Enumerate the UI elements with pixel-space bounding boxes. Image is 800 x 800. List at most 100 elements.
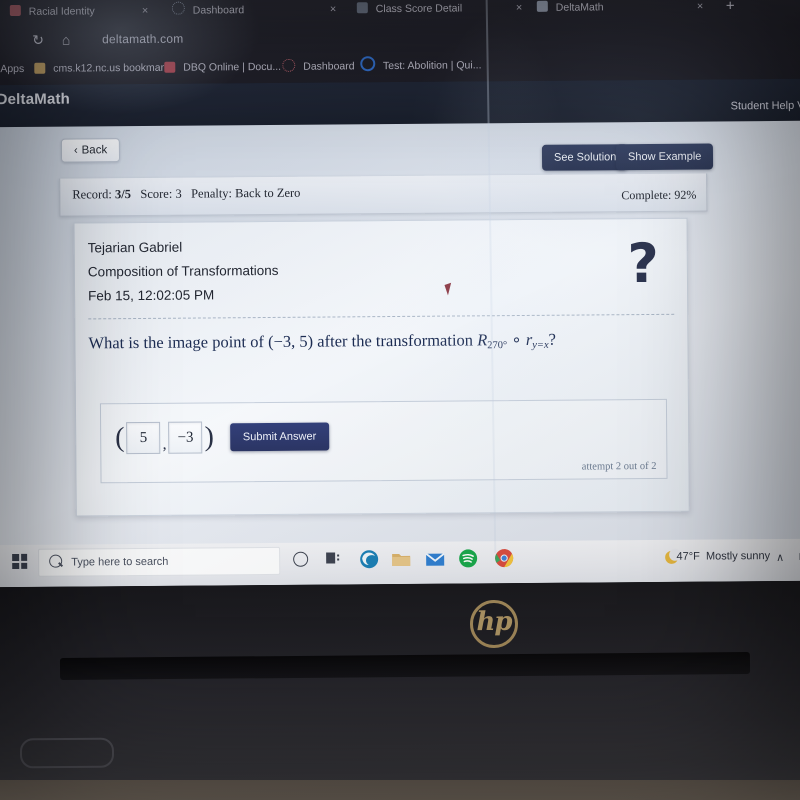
cortana-icon[interactable] [293,551,309,567]
page-body: ‹ Back See Solution Show Example Record: … [0,120,800,588]
assignment-title: Composition of Transformations [87,262,279,280]
new-tab-button[interactable]: + [726,0,735,19]
problem-card: Tejarian Gabriel Composition of Transfor… [73,217,690,517]
transform-reflection-subscript: y=x [532,339,549,351]
tab-favicon [9,4,21,17]
score-label: Score: [140,186,173,201]
file-explorer-icon[interactable] [390,548,412,570]
bookmark-label: DBQ Online | Docu... [183,60,282,74]
submit-answer-button[interactable]: Submit Answer [229,422,330,452]
answer-x-input[interactable]: 5 [126,421,161,455]
tab-favicon [536,0,548,12]
bookmark-item-1[interactable]: cms.k12.nc.us bookmarks [34,58,175,79]
tab-close-2[interactable]: × [330,0,337,22]
bookmarks-bar: Apps cms.k12.nc.us bookmarks DBQ Online … [0,49,800,83]
question-middle: after the transformation [317,330,474,351]
deltamath-brand[interactable]: DeltaMath [0,91,70,109]
card-divider [88,313,675,320]
back-button-label: Back [81,144,108,157]
weather-description: Mostly sunny [705,550,771,563]
bookmark-label: Dashboard [303,60,355,73]
mail-icon[interactable] [424,548,446,570]
complete-value: 92% [674,187,697,202]
bookmark-label: cms.k12.nc.us bookmarks [53,61,175,75]
chrome-icon[interactable] [493,547,515,569]
back-button[interactable]: ‹ Back [60,138,121,163]
home-icon[interactable]: ⌂ [54,27,78,51]
browser-tab-2[interactable]: Dashboard [171,0,245,24]
bookmark-favicon [360,56,376,72]
status-bar-left: Record: 3/5 Score: 3 Penalty: Back to Ze… [72,186,300,203]
search-icon [49,554,63,568]
open-paren: ( [115,422,125,454]
answer-comma: , [162,435,167,453]
bookmark-favicon [34,62,46,74]
bookmark-favicon [282,58,296,72]
problem-meta: Tejarian Gabriel Composition of Transfor… [88,235,279,308]
reload-icon[interactable]: ↻ [26,28,50,52]
status-bar: Record: 3/5 Score: 3 Penalty: Back to Ze… [59,173,708,217]
close-paren: ) [204,421,214,453]
page-toolbar: ‹ Back See Solution Show Example [0,121,800,179]
transform-rotation-symbol: R [477,330,488,350]
address-bar-url[interactable]: deltamath.com [102,26,184,53]
tab-close-1[interactable]: × [142,0,149,24]
student-help-link[interactable]: Student Help V [731,100,800,113]
help-question-mark-icon[interactable]: ? [627,232,659,295]
browser-tab-4[interactable]: DeltaMath [536,0,604,21]
tab-favicon [356,2,368,14]
answer-input-row: ( 5 , −3 ) Submit Answer [113,421,330,455]
tab-label: DeltaMath [555,1,604,14]
status-bar-right: Complete: 92% [621,188,696,204]
answer-y-input[interactable]: −3 [168,421,203,454]
record-value: 3/5 [114,187,132,202]
edge-icon[interactable] [358,548,380,570]
desk-surface [0,780,800,800]
tab-label: Dashboard [192,4,245,17]
bookmark-item-2[interactable]: DBQ Online | Docu... [164,57,281,78]
bookmark-item-3[interactable]: Dashboard [282,56,355,77]
browser-chrome: Racial Identity × Dashboard × Class Scor… [0,0,800,86]
bookmark-label: Test: Abolition | Qui... [382,59,482,73]
question-suffix: ? [548,329,557,349]
question-point: (−3, 5) [267,331,314,351]
search-placeholder: Type here to search [71,555,169,569]
answer-area: ( 5 , −3 ) Submit Answer attempt 2 out o… [99,398,668,484]
windows-taskbar: Type here to search 47°F Mostly sunny ∧ [0,538,800,588]
chevron-left-icon: ‹ [73,144,78,157]
composition-operator: ∘ [511,329,522,350]
tab-label: Racial Identity [28,5,95,18]
spotify-icon[interactable] [457,547,479,569]
task-view-icon[interactable] [326,551,341,564]
student-name: Tejarian Gabriel [87,239,183,256]
score-value: 3 [175,186,182,201]
weather-temperature: 47°F [676,550,700,563]
chevron-up-icon[interactable]: ∧ [776,551,784,564]
problem-timestamp: Feb 15, 12:02:05 PM [88,287,215,304]
attempt-counter: attempt 2 out of 2 [581,460,657,473]
penalty-label: Penalty: [190,186,233,201]
site-header [0,78,800,128]
tab-favicon [171,1,185,15]
penalty-value: Back to Zero [235,185,301,201]
tab-close-3[interactable]: × [516,0,523,21]
weather-widget[interactable]: 47°F Mostly sunny [676,550,770,563]
windows-start-icon[interactable] [12,553,28,570]
transform-rotation-subscript: 270° [487,340,508,352]
show-example-button[interactable]: Show Example [615,143,714,171]
bookmark-item-4[interactable]: Test: Abolition | Qui... [360,55,482,76]
taskbar-search-input[interactable]: Type here to search [38,546,281,577]
laptop-screen: Racial Identity × Dashboard × Class Scor… [0,0,800,588]
question-prefix: What is the image point of [88,332,265,353]
question-text: What is the image point of (−3, 5) after… [88,329,678,355]
browser-tab-1[interactable]: Racial Identity [9,0,95,25]
browser-tab-3[interactable]: Class Score Detail [356,0,462,22]
laptop-body [0,571,800,800]
laptop-photo: hp Racial Identity × Dashboard × Class S… [0,0,800,800]
bookmark-favicon [164,61,176,73]
complete-label: Complete: [621,187,672,203]
bookmarks-apps-label[interactable]: Apps [0,59,24,79]
tab-close-4[interactable]: × [697,0,704,20]
hp-logo: hp [469,599,519,649]
record-label: Record: [72,187,112,202]
